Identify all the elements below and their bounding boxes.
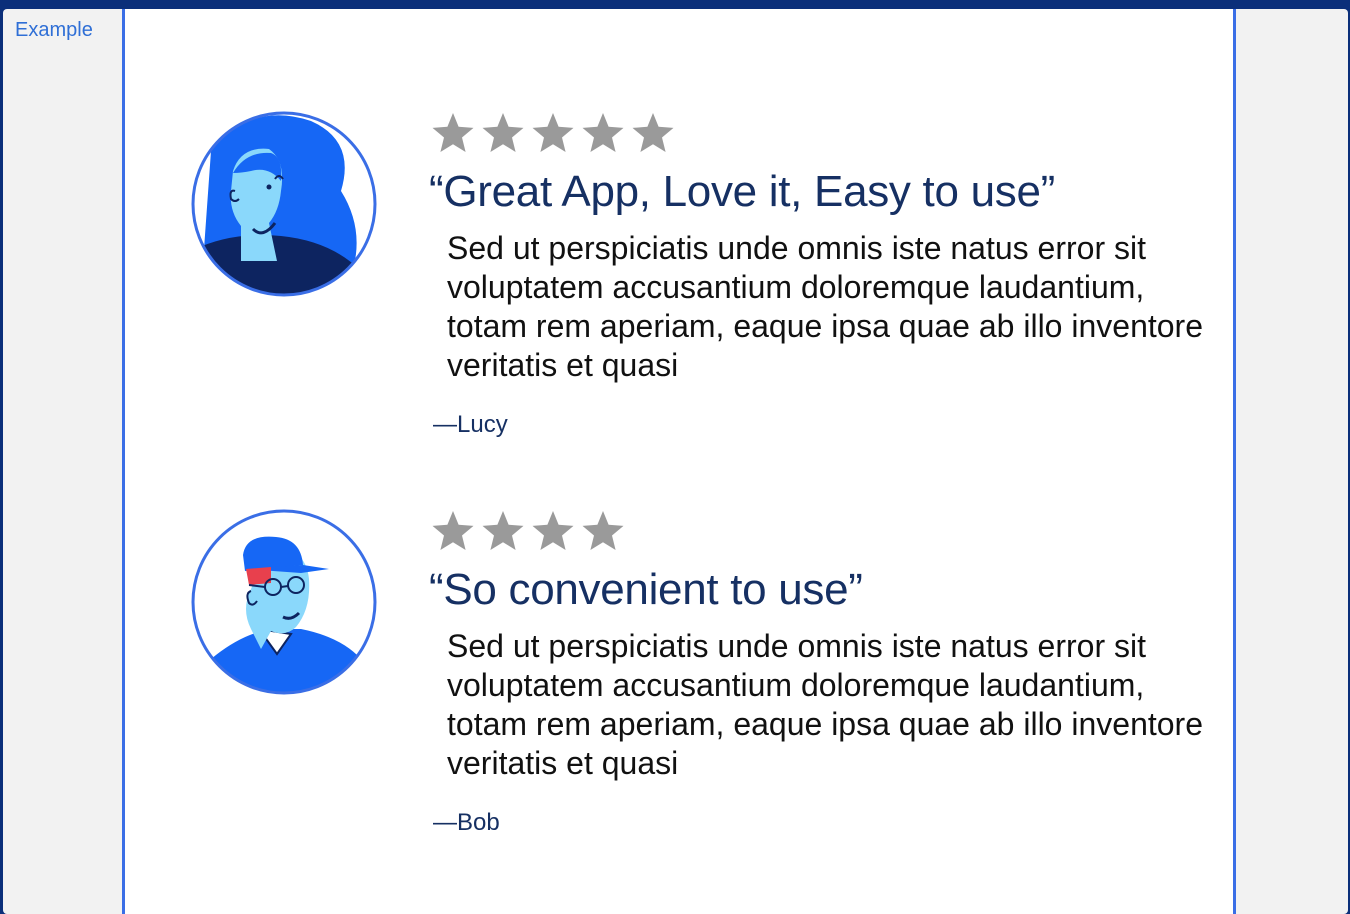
star-icon <box>529 507 577 555</box>
review-card: “So convenient to use” Sed ut perspiciat… <box>125 507 1233 847</box>
review-body: Sed ut perspiciatis unde omnis iste natu… <box>447 628 1203 781</box>
woman-avatar-icon <box>191 111 377 297</box>
star-icon <box>429 507 477 555</box>
star-icon <box>429 109 477 157</box>
rating-stars <box>429 507 627 555</box>
testimonials-panel: “Great App, Love it, Easy to use” Sed ut… <box>122 9 1236 914</box>
review-card: “Great App, Love it, Easy to use” Sed ut… <box>125 109 1233 449</box>
review-author: —Lucy <box>433 411 508 438</box>
star-icon <box>479 507 527 555</box>
review-title: “So convenient to use” <box>429 565 863 614</box>
star-icon <box>629 109 677 157</box>
star-icon <box>529 109 577 157</box>
example-tab[interactable]: Example <box>15 19 93 42</box>
rating-stars <box>429 109 677 157</box>
star-icon <box>479 109 527 157</box>
review-title: “Great App, Love it, Easy to use” <box>429 167 1055 216</box>
man-avatar-icon <box>191 509 377 695</box>
review-author: —Bob <box>433 809 500 836</box>
star-icon <box>579 109 627 157</box>
review-body: Sed ut perspiciatis unde omnis iste natu… <box>447 230 1203 383</box>
star-icon <box>579 507 627 555</box>
example-frame: Example “Great App, Love it, Easy to use… <box>3 9 1348 914</box>
